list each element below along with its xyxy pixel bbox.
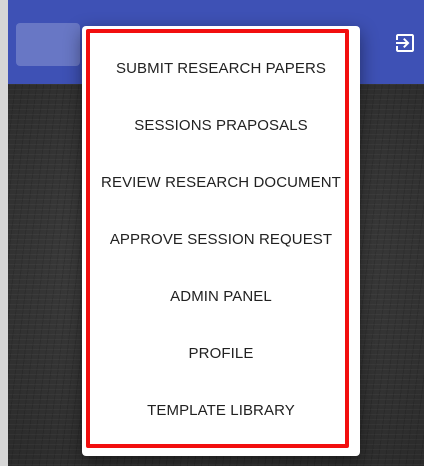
menu-item-profile[interactable]: PROFILE	[82, 333, 360, 373]
menu-item-approve-session-request[interactable]: APPROVE SESSION REQUEST	[82, 219, 360, 259]
menu-item-review-research-document[interactable]: REVIEW RESEARCH DOCUMENT	[82, 162, 360, 202]
exit-to-app-icon[interactable]	[393, 31, 417, 55]
menu-item-submit-research-papers[interactable]: SUBMIT RESEARCH PAPERS	[82, 48, 360, 88]
menu-item-template-library[interactable]: TEMPLATE LIBRARY	[82, 390, 360, 430]
navigation-menu: SUBMIT RESEARCH PAPERS SESSIONS PRAPOSAL…	[82, 26, 360, 456]
search-input[interactable]	[16, 23, 80, 66]
menu-item-sessions-proposals[interactable]: SESSIONS PRAPOSALS	[82, 105, 360, 145]
menu-item-admin-panel[interactable]: ADMIN PANEL	[82, 276, 360, 316]
